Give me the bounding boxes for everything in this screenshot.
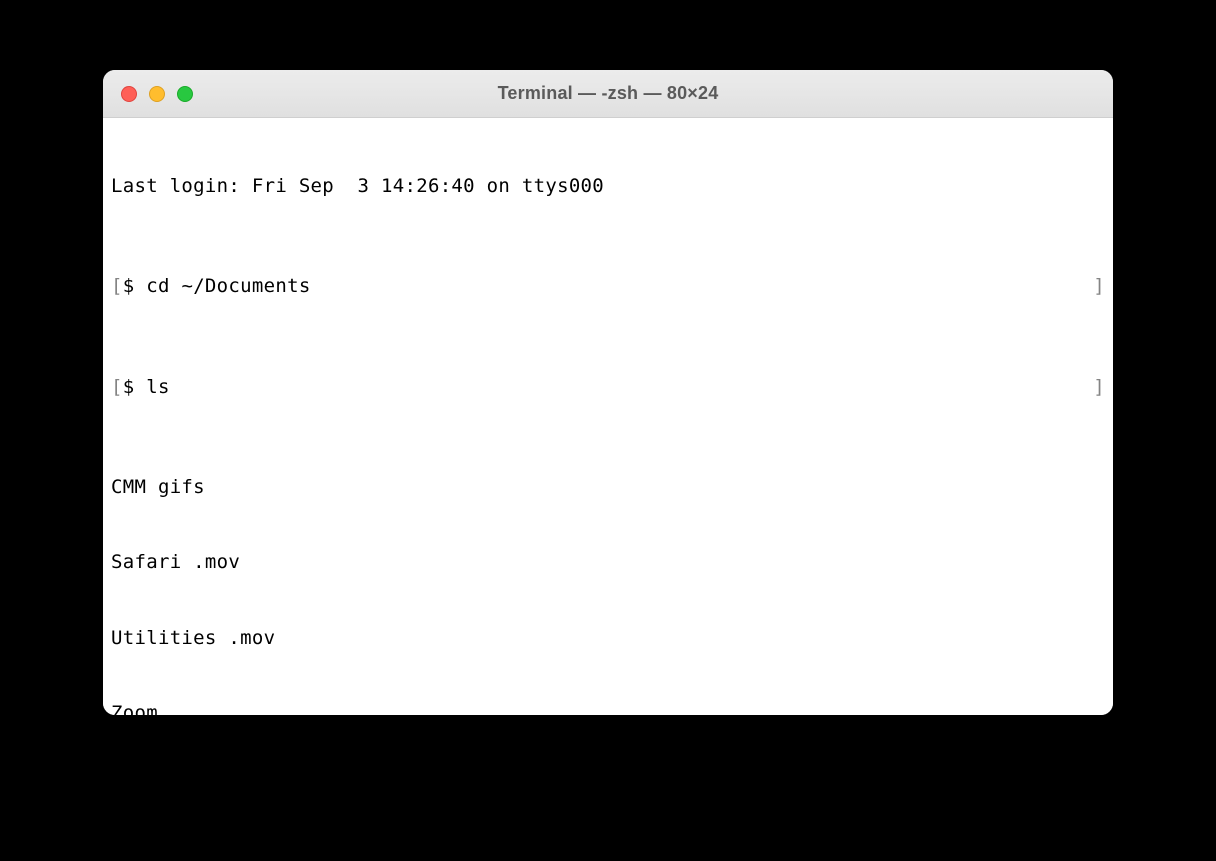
output-line: CMM gifs	[111, 475, 1105, 500]
terminal-content[interactable]: Last login: Fri Sep 3 14:26:40 on ttys00…	[103, 118, 1113, 715]
command-1: cd ~/Documents	[146, 275, 310, 297]
output-line: Zoom	[111, 701, 1105, 715]
right-bracket: ]	[1093, 274, 1105, 299]
output-line: Utilities .mov	[111, 626, 1105, 651]
left-bracket: [	[111, 376, 123, 398]
window-title: Terminal — -zsh — 80×24	[103, 83, 1113, 104]
minimize-button[interactable]	[149, 86, 165, 102]
prompt-2: $	[123, 376, 146, 398]
prompt-1: $	[123, 275, 146, 297]
left-bracket: [	[111, 275, 123, 297]
command-line-1: [$ cd ~/Documents ]	[111, 274, 1105, 299]
close-button[interactable]	[121, 86, 137, 102]
terminal-window: Terminal — -zsh — 80×24 Last login: Fri …	[103, 70, 1113, 715]
right-bracket: ]	[1093, 375, 1105, 400]
command-line-2: [$ ls ]	[111, 375, 1105, 400]
traffic-lights	[103, 86, 193, 102]
maximize-button[interactable]	[177, 86, 193, 102]
command-2: ls	[146, 376, 169, 398]
last-login-line: Last login: Fri Sep 3 14:26:40 on ttys00…	[111, 174, 1105, 199]
title-bar[interactable]: Terminal — -zsh — 80×24	[103, 70, 1113, 118]
output-line: Safari .mov	[111, 550, 1105, 575]
